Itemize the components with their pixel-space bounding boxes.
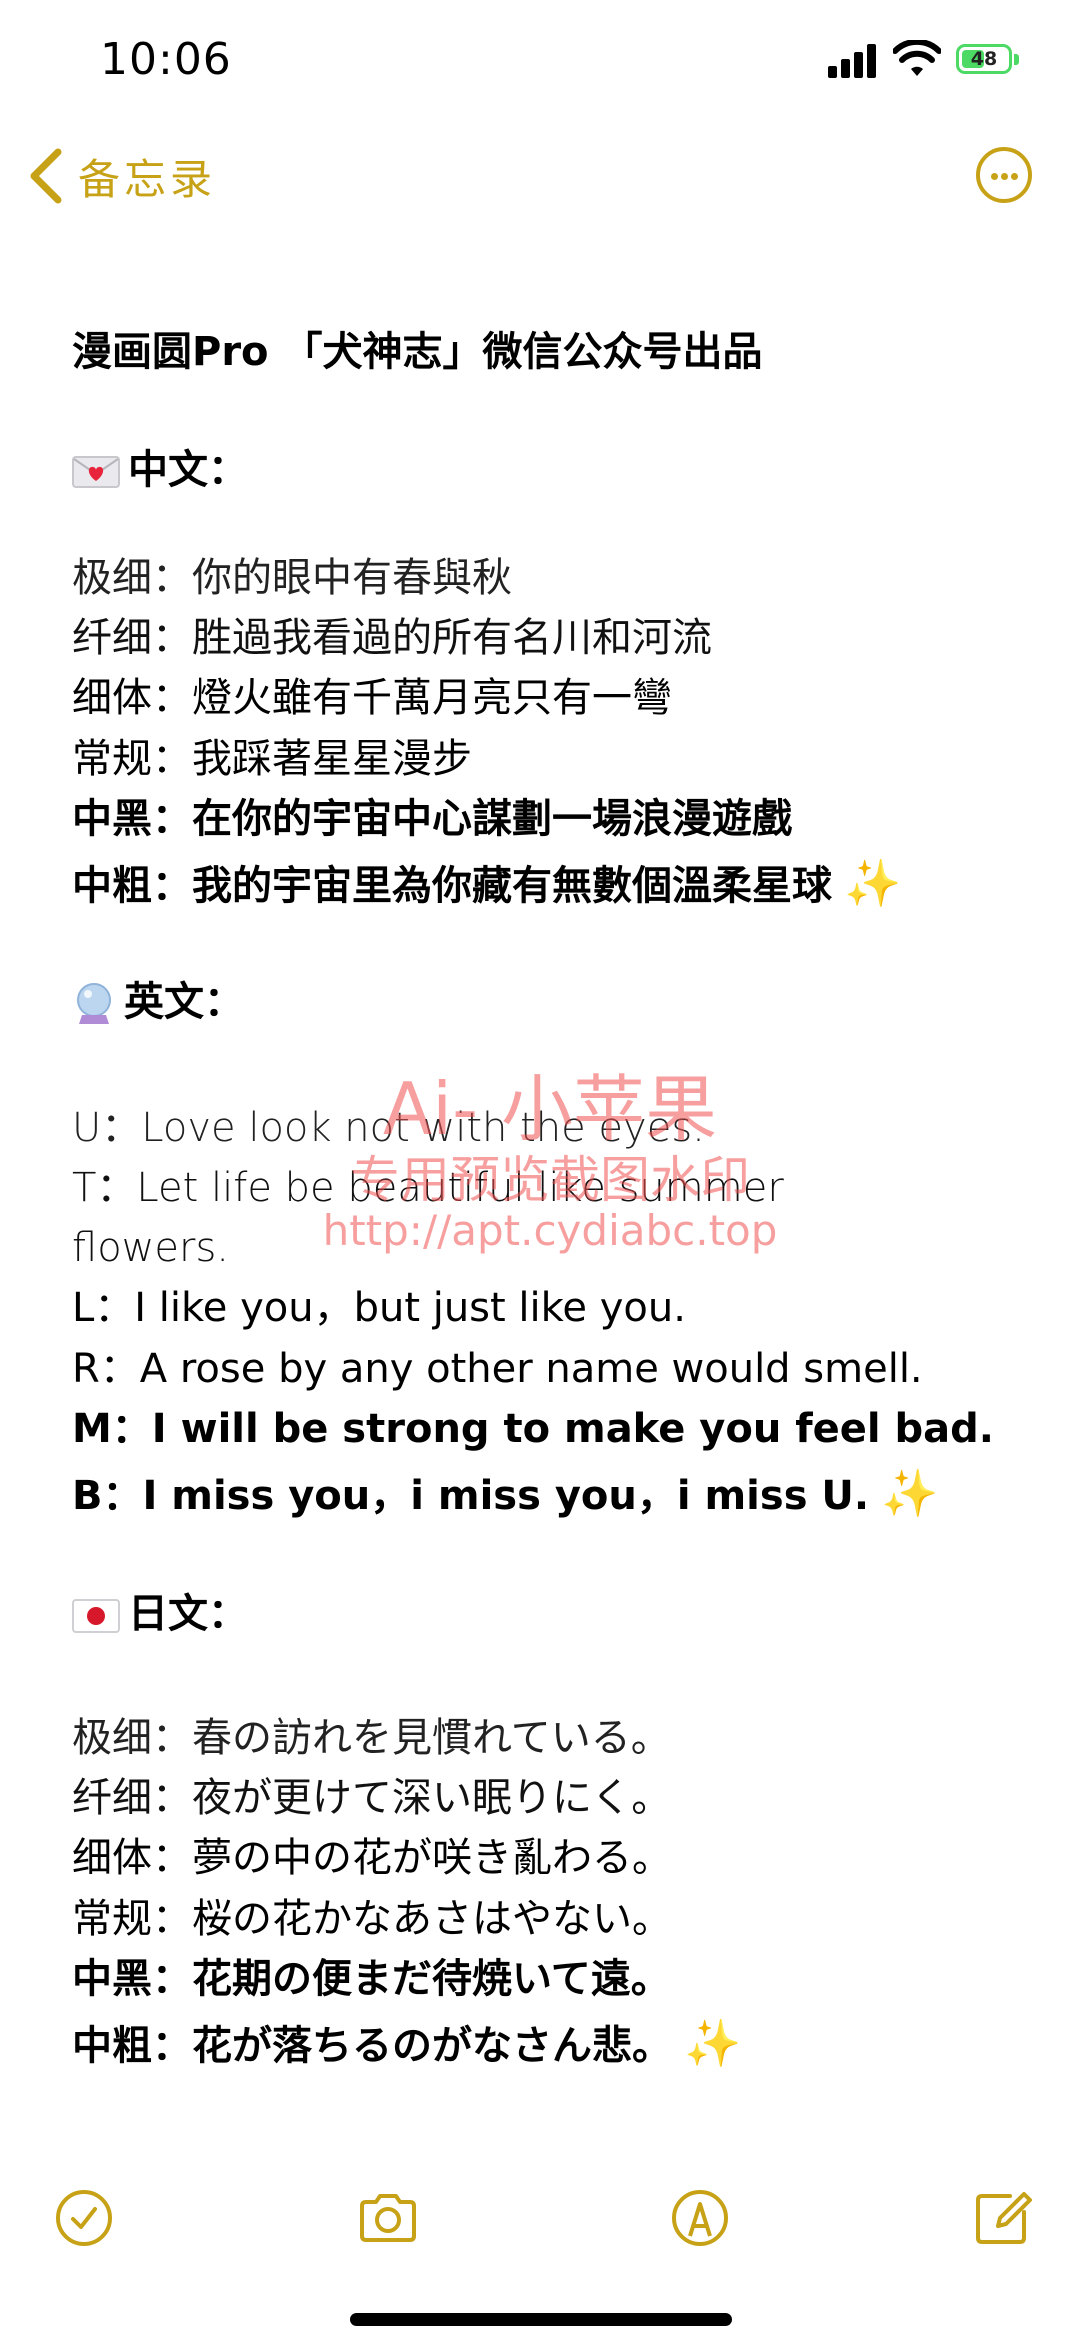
back-label: 备忘录 bbox=[78, 154, 217, 204]
text-line-content: B：I miss you，i miss you，i miss U. bbox=[72, 1473, 870, 1519]
section-heading-text: 日文： bbox=[128, 1591, 248, 1637]
text-line: 常规：桜の花かなあさはやない。 bbox=[72, 1896, 672, 1942]
chevron-left-icon bbox=[30, 148, 62, 204]
section-heading-english: 英文： bbox=[72, 977, 244, 1027]
note-title: 漫画圆Pro 「犬神志」微信公众号出品 bbox=[72, 329, 763, 375]
text-line: flowers. bbox=[72, 1225, 229, 1271]
status-time: 10:06 bbox=[100, 34, 232, 85]
bottom-toolbar bbox=[0, 2160, 1080, 2280]
markup-button[interactable] bbox=[668, 2186, 732, 2250]
text-line: 常规：我踩著星星漫步 bbox=[72, 736, 472, 782]
wifi-icon bbox=[893, 40, 941, 76]
sparkles-icon: ✨ bbox=[881, 1466, 939, 1520]
section-heading-text: 英文： bbox=[124, 979, 244, 1025]
battery-tip bbox=[1014, 54, 1019, 65]
text-line: 细体：夢の中の花が咲き亂わる。 bbox=[72, 1835, 672, 1881]
camera-icon bbox=[360, 2194, 416, 2242]
sparkles-icon: ✨ bbox=[844, 856, 902, 910]
watermark-url: http://apt.cydiabc.top bbox=[322, 1206, 778, 1255]
home-indicator[interactable] bbox=[350, 2313, 732, 2326]
camera-button[interactable] bbox=[356, 2186, 420, 2250]
text-line: 纤细：夜が更けて深い眠りにく。 bbox=[72, 1775, 672, 1821]
text-line: 纤细：胜過我看過的所有名川和河流 bbox=[72, 615, 712, 661]
text-line: 极细：春の訪れを見慣れている。 bbox=[72, 1715, 671, 1761]
battery-icon: 48 bbox=[956, 44, 1012, 74]
japan-flag-icon bbox=[72, 1599, 120, 1633]
checkmark-circle-icon bbox=[56, 2190, 112, 2246]
compose-button[interactable] bbox=[970, 2186, 1034, 2250]
love-letter-icon bbox=[72, 456, 120, 488]
text-line: 中黑：花期の便まだ待焼いて遠。 bbox=[72, 1956, 671, 2002]
text-line-content: 中粗：花が落ちるのがなさん悲。 bbox=[72, 2023, 672, 2069]
text-line: R：A rose by any other name would smell. bbox=[72, 1346, 923, 1392]
text-line: B：I miss you，i miss you，i miss U. ✨ bbox=[72, 1468, 938, 1521]
cellular-signal-icon bbox=[828, 44, 876, 78]
section-heading-text: 中文： bbox=[128, 447, 248, 493]
crystal-ball-icon bbox=[77, 983, 111, 1024]
text-line: 细体：燈火雖有千萬月亮只有一彎 bbox=[72, 675, 672, 721]
sparkles-icon: ✨ bbox=[684, 2016, 742, 2070]
back-button[interactable]: 备忘录 bbox=[28, 146, 216, 206]
section-heading-chinese: 中文： bbox=[72, 445, 248, 495]
status-bar: 10:06 48 bbox=[0, 0, 1080, 120]
battery-percent: 48 bbox=[970, 48, 998, 70]
section-heading-japanese: 日文： bbox=[72, 1589, 248, 1639]
text-line: 中黑：在你的宇宙中心謀劃一場浪漫遊戲 bbox=[72, 796, 792, 842]
text-line: 中粗：我的宇宙里為你藏有無數個溫柔星球 ✨ bbox=[72, 858, 901, 911]
text-line: M：I will be strong to make you feel bad. bbox=[72, 1406, 994, 1452]
text-line-content: 中粗：我的宇宙里為你藏有無數個溫柔星球 bbox=[72, 863, 832, 909]
text-line: L：I like you，but just like you. bbox=[72, 1285, 686, 1331]
more-options-button[interactable] bbox=[976, 147, 1032, 203]
text-line: 中粗：花が落ちるのがなさん悲。 ✨ bbox=[72, 2018, 741, 2071]
checklist-button[interactable] bbox=[52, 2186, 116, 2250]
text-line: 极细：你的眼中有春與秋 bbox=[72, 555, 512, 601]
compose-icon bbox=[976, 2192, 1032, 2244]
pen-tip-circle-icon bbox=[672, 2190, 728, 2246]
watermark-subtitle: 专用预览截图水印 bbox=[350, 1151, 750, 1209]
